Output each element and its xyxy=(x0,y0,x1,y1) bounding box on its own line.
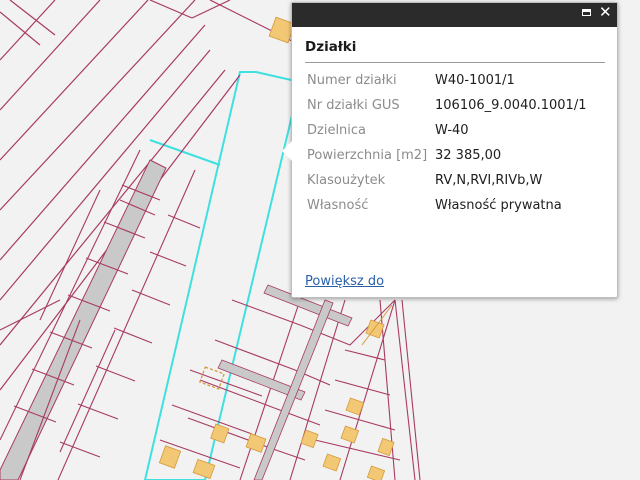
popup-body: Działki Numer działki W40-1001/1 Nr działk… xyxy=(292,27,617,221)
district-boundary xyxy=(143,71,302,480)
attribute-value: 106106_9.0040.1001/1 xyxy=(435,98,587,113)
attribute-label: Powierzchnia [m2] xyxy=(307,148,428,163)
popup-pointer xyxy=(282,141,292,161)
attribute-row: Numer działki W40-1001/1 xyxy=(307,71,586,96)
attribute-value: W-40 xyxy=(435,123,469,138)
attribute-label: Własność xyxy=(307,198,369,213)
attribute-label: Klasoużytek xyxy=(307,173,386,188)
attribute-row: Powierzchnia [m2] 32 385,00 xyxy=(307,146,586,171)
attribute-label: Nr działki GUS xyxy=(307,98,400,113)
zoom-to-link[interactable]: Powiększ do xyxy=(305,274,384,289)
residential-roads xyxy=(217,284,353,480)
attribute-table: Numer działki W40-1001/1 Nr działki GUS 106… xyxy=(307,71,586,221)
popup-controls: ✕ xyxy=(580,3,613,21)
attribute-value: Własność prywatna xyxy=(435,198,562,213)
attribute-label: Numer działki xyxy=(307,73,397,88)
popup-title: Działki xyxy=(305,27,605,63)
attribute-row: Własność Własność prywatna xyxy=(307,196,586,221)
close-glyph: ✕ xyxy=(599,3,612,21)
attribute-row: Dzielnica W-40 xyxy=(307,121,586,146)
attribute-value: RV,N,RVI,RIVb,W xyxy=(435,173,543,188)
attribute-row: Klasoużytek RV,N,RVI,RIVb,W xyxy=(307,171,586,196)
attribute-row: Nr działki GUS 106106_9.0040.1001/1 xyxy=(307,96,586,121)
attribute-label: Dzielnica xyxy=(307,123,367,138)
maximize-icon[interactable] xyxy=(580,6,594,20)
popup-titlebar[interactable]: ✕ xyxy=(292,3,617,27)
attribute-value: W40-1001/1 xyxy=(435,73,515,88)
attribute-value: 32 385,00 xyxy=(435,148,502,163)
district-boundary-line xyxy=(149,139,221,166)
parcel-info-popup[interactable]: ✕ Działki Numer działki W40-1001/1 Nr dzia… xyxy=(282,2,618,298)
road xyxy=(0,159,167,480)
close-icon[interactable]: ✕ xyxy=(599,3,613,21)
maximize-glyph xyxy=(582,9,591,16)
